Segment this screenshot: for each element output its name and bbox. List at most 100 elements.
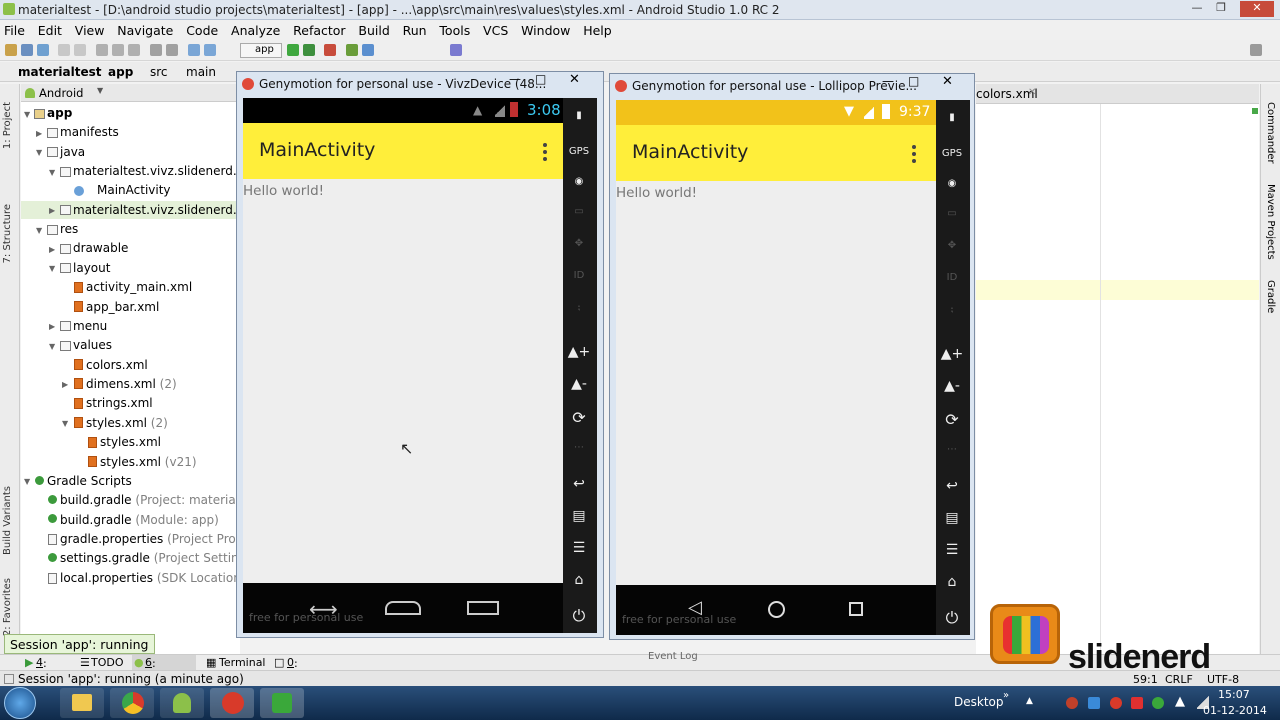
menu-build[interactable]: Build bbox=[354, 20, 394, 38]
replace-icon[interactable] bbox=[166, 44, 178, 56]
build-variants-tool-tab[interactable]: Build Variants bbox=[2, 486, 13, 555]
menu-view[interactable]: View bbox=[71, 20, 110, 38]
tab-run[interactable]: 4: Run bbox=[36, 656, 64, 683]
copy-icon[interactable] bbox=[112, 44, 124, 56]
menu-refactor[interactable]: Refactor bbox=[289, 20, 350, 38]
close-button[interactable]: ✕ bbox=[1240, 1, 1274, 17]
overflow-menu-icon[interactable] bbox=[912, 145, 916, 166]
sdk-manager-icon[interactable] bbox=[346, 44, 358, 56]
close-tab-icon[interactable]: ✕ bbox=[1028, 87, 1036, 98]
tree-item[interactable]: MainActivity bbox=[97, 183, 171, 197]
redo-icon[interactable] bbox=[74, 44, 86, 56]
menu-file[interactable]: File bbox=[0, 20, 30, 38]
camtasia-taskbar-icon[interactable] bbox=[260, 688, 304, 718]
start-button[interactable] bbox=[4, 687, 36, 719]
tray-expand-icon[interactable]: » bbox=[1003, 690, 1009, 701]
tree-item[interactable]: gradle.properties (Project Propert bbox=[60, 532, 260, 546]
expand-arrow-icon[interactable]: ▼ bbox=[49, 342, 55, 351]
gradle-tool-tab[interactable]: Gradle bbox=[1265, 280, 1276, 313]
home-button-icon[interactable]: ⌂ bbox=[567, 572, 591, 592]
explorer-icon[interactable] bbox=[60, 688, 104, 718]
gps-widget-icon[interactable]: GPS bbox=[940, 148, 964, 168]
minimize-button[interactable]: — bbox=[509, 72, 521, 86]
breadcrumb-src[interactable]: src bbox=[150, 65, 168, 79]
tray-app-icon[interactable] bbox=[1088, 697, 1100, 709]
maximize-button[interactable]: ❐ bbox=[1210, 1, 1232, 17]
video-widget-icon[interactable]: ▭ bbox=[567, 206, 591, 226]
tray-app-icon[interactable] bbox=[1152, 697, 1164, 709]
scale-icon[interactable]: ⋯ bbox=[567, 442, 591, 462]
identifiers-icon[interactable]: ID bbox=[940, 272, 964, 292]
back-button-icon[interactable]: ↩ bbox=[567, 476, 591, 496]
android-studio-taskbar-icon[interactable] bbox=[160, 688, 204, 718]
chevron-down-icon[interactable]: ▼ bbox=[97, 86, 103, 95]
tree-item[interactable]: strings.xml bbox=[86, 396, 153, 410]
help-icon[interactable] bbox=[450, 44, 462, 56]
genymotion-taskbar-icon[interactable] bbox=[210, 688, 254, 718]
chrome-icon[interactable] bbox=[110, 688, 154, 718]
structure-tool-tab[interactable]: 7: Structure bbox=[2, 204, 13, 263]
tree-item[interactable]: settings.gradle (Project Settings) bbox=[60, 551, 257, 565]
tray-app-icon[interactable] bbox=[1131, 697, 1143, 709]
save-icon[interactable] bbox=[21, 44, 33, 56]
network-icon[interactable]: ⨟ bbox=[940, 304, 964, 324]
tree-item[interactable]: app_bar.xml bbox=[86, 300, 159, 314]
menu-window[interactable]: Window bbox=[517, 20, 575, 38]
maximize-button[interactable]: □ bbox=[535, 72, 546, 86]
clock-time[interactable]: 15:07 bbox=[1218, 688, 1250, 701]
tree-item[interactable]: manifests bbox=[60, 125, 119, 139]
scale-icon[interactable]: ⋯ bbox=[940, 444, 964, 464]
menu-vcs[interactable]: VCS bbox=[479, 20, 513, 38]
recents-icon[interactable] bbox=[467, 601, 499, 615]
menu-run[interactable]: Run bbox=[399, 20, 432, 38]
tree-item[interactable]: styles.xml (v21) bbox=[100, 455, 197, 469]
remote-control-icon[interactable]: ✥ bbox=[567, 238, 591, 258]
tab-terminal[interactable]: Terminal bbox=[219, 656, 266, 669]
volume-icon[interactable]: ▲ bbox=[1175, 694, 1185, 709]
menu-code[interactable]: Code bbox=[182, 20, 223, 38]
minimize-button[interactable]: — bbox=[1186, 1, 1208, 17]
desktop-toolbar-label[interactable]: Desktop bbox=[954, 695, 1004, 709]
maven-tool-tab[interactable]: Maven Projects bbox=[1265, 184, 1276, 260]
project-tool-tab[interactable]: 1: Project bbox=[2, 102, 13, 149]
expand-arrow-icon[interactable]: ▼ bbox=[36, 226, 42, 235]
tree-item[interactable]: local.properties (SDK Location) bbox=[60, 571, 246, 585]
forward-icon[interactable] bbox=[204, 44, 216, 56]
rotate-icon[interactable]: ⟳ bbox=[940, 410, 964, 430]
volume-up-icon[interactable]: ▲+ bbox=[940, 346, 964, 366]
tab-android[interactable]: 6: Android bbox=[145, 656, 195, 683]
overflow-menu-icon[interactable] bbox=[543, 143, 547, 164]
collapse-arrow-icon[interactable]: ▶ bbox=[49, 245, 55, 254]
breadcrumb-project[interactable]: materialtest bbox=[18, 65, 101, 79]
tray-app-icon[interactable] bbox=[1066, 697, 1078, 709]
breadcrumb-main[interactable]: main bbox=[186, 65, 216, 79]
power-icon[interactable]: ⏻ bbox=[940, 608, 964, 628]
video-widget-icon[interactable]: ▭ bbox=[940, 208, 964, 228]
tree-item[interactable]: app bbox=[47, 106, 72, 120]
tree-item[interactable]: drawable bbox=[73, 241, 128, 255]
tree-item[interactable]: layout bbox=[73, 261, 110, 275]
avd-manager-icon[interactable] bbox=[362, 44, 374, 56]
run-config-select[interactable]: app bbox=[240, 43, 282, 58]
camera-widget-icon[interactable]: ◉ bbox=[567, 176, 591, 196]
remote-control-icon[interactable]: ✥ bbox=[940, 240, 964, 260]
tree-item[interactable]: Gradle Scripts bbox=[47, 474, 132, 488]
menu-navigate[interactable]: Navigate bbox=[113, 20, 178, 38]
tab-event-log[interactable]: Event Log bbox=[648, 651, 698, 662]
open-icon[interactable] bbox=[5, 44, 17, 56]
find-icon[interactable] bbox=[150, 44, 162, 56]
expand-arrow-icon[interactable]: ▼ bbox=[49, 264, 55, 273]
menu-button-icon[interactable]: ☰ bbox=[567, 540, 591, 560]
battery-widget-icon[interactable]: ▮ bbox=[567, 110, 591, 130]
close-button[interactable]: ✕ bbox=[942, 74, 953, 89]
camera-widget-icon[interactable]: ◉ bbox=[940, 178, 964, 198]
tree-item[interactable]: values bbox=[73, 338, 112, 352]
status-toggle-icon[interactable] bbox=[4, 674, 14, 684]
tree-item[interactable]: styles.xml bbox=[100, 435, 161, 449]
paste-icon[interactable] bbox=[128, 44, 140, 56]
menu-tools[interactable]: Tools bbox=[435, 20, 475, 38]
settings-icon[interactable] bbox=[1250, 44, 1262, 56]
menu-button-icon[interactable]: ☰ bbox=[940, 542, 964, 562]
tree-item[interactable]: dimens.xml (2) bbox=[86, 377, 177, 391]
power-icon[interactable]: ⏻ bbox=[567, 606, 591, 626]
